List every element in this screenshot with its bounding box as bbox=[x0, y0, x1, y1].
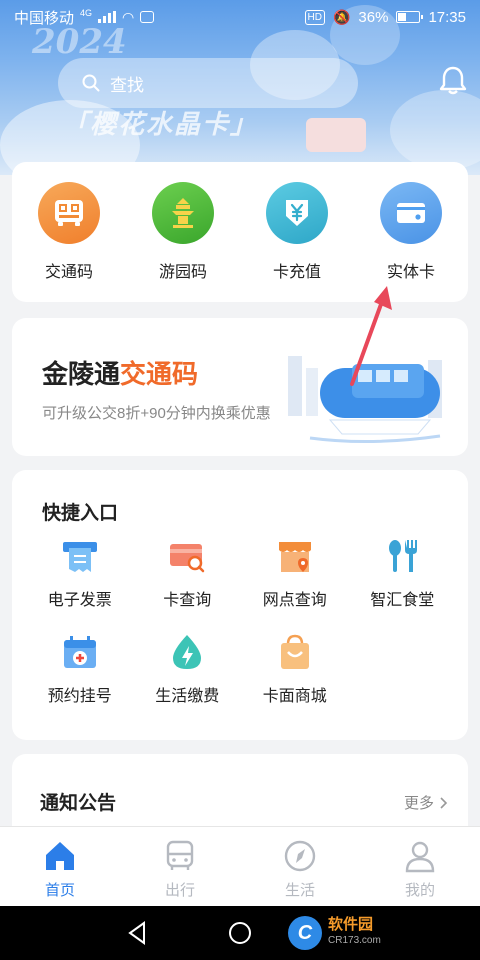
compass-icon bbox=[284, 840, 316, 872]
action-label: 实体卡 bbox=[386, 264, 435, 281]
bus-ship-illustration bbox=[288, 356, 442, 444]
chevron-right-icon bbox=[440, 796, 448, 809]
pavilion-icon bbox=[172, 198, 194, 228]
tab-label: 生活 bbox=[284, 882, 315, 899]
clock: 17:35 bbox=[428, 8, 466, 26]
spoon-fork-icon bbox=[389, 540, 418, 572]
promo-title: 金陵通交通码 bbox=[42, 354, 198, 391]
carrier-label: 中国移动 bbox=[14, 9, 75, 27]
back-nav-icon[interactable] bbox=[124, 920, 150, 946]
hospital-calendar-icon bbox=[63, 636, 96, 668]
status-bar: 中国移动 4G ◠ HD 🔕 36% 17:35 bbox=[0, 0, 480, 34]
store-location-icon bbox=[278, 542, 311, 572]
park-code-circle bbox=[152, 182, 214, 244]
quick-item-label: 电子发票 bbox=[47, 592, 112, 609]
notice-title: 通知公告 bbox=[40, 793, 117, 814]
bus-icon bbox=[166, 840, 194, 870]
promo-card[interactable]: 金陵通交通码 可升级公交8折+90分钟内换乘优惠 bbox=[12, 318, 468, 456]
shopping-bag-icon bbox=[280, 634, 309, 669]
action-physical-card[interactable]: 实体卡 bbox=[361, 182, 461, 282]
message-icon bbox=[140, 11, 155, 23]
promo-title-main: 金陵通 bbox=[42, 359, 121, 389]
more-label: 更多 bbox=[403, 795, 434, 812]
person-icon bbox=[405, 841, 435, 873]
tab-life[interactable]: 生活 bbox=[240, 827, 360, 906]
quick-item-label: 生活缴费 bbox=[155, 688, 220, 705]
action-park-code[interactable]: 游园码 bbox=[133, 182, 233, 282]
card-icon bbox=[397, 203, 425, 223]
quick-item-label: 网点查询 bbox=[262, 592, 327, 609]
battery-label: 36% bbox=[358, 8, 389, 26]
banner-card-image bbox=[306, 118, 366, 152]
search-placeholder: 查找 bbox=[110, 75, 144, 95]
quick-item-invoice[interactable]: 电子发票 bbox=[26, 536, 134, 610]
quick-item-label: 智汇食堂 bbox=[370, 592, 435, 609]
quick-entry-card: 快捷入口 电子发票 卡查询 网点查询 智汇食堂 预约挂号 生活缴费 卡面商城 bbox=[12, 470, 468, 740]
bottom-tab-bar: 首页 出行 生活 我的 bbox=[0, 826, 480, 906]
tab-mine[interactable]: 我的 bbox=[360, 827, 480, 906]
action-card-recharge[interactable]: 卡充值 bbox=[247, 182, 347, 282]
quick-item-appointment[interactable]: 预约挂号 bbox=[26, 632, 134, 706]
quick-item-canteen[interactable]: 智汇食堂 bbox=[349, 536, 457, 610]
quick-item-utility-payment[interactable]: 生活缴费 bbox=[134, 632, 242, 706]
watermark-sub: CR173.com bbox=[328, 935, 381, 946]
mute-bell-icon: 🔕 bbox=[332, 8, 351, 25]
watermark-text: 软件园 bbox=[328, 916, 374, 933]
battery-fill bbox=[398, 13, 407, 21]
tab-label: 出行 bbox=[164, 882, 195, 899]
signal-icon bbox=[98, 11, 117, 23]
promo-title-highlight: 交通码 bbox=[120, 359, 199, 389]
action-label: 游园码 bbox=[158, 264, 207, 281]
watermark: C 软件园 CR173.com bbox=[288, 912, 464, 954]
invoice-icon bbox=[62, 542, 97, 572]
yen-recharge-icon bbox=[286, 200, 308, 226]
water-drop-bolt-icon bbox=[173, 635, 202, 669]
hd-icon: HD bbox=[304, 9, 325, 25]
home-nav-icon[interactable] bbox=[227, 920, 253, 946]
banner-cloud-deco bbox=[390, 90, 480, 170]
physical-card-circle bbox=[380, 182, 442, 244]
watermark-logo: C bbox=[288, 916, 322, 950]
action-traffic-code[interactable]: 交通码 bbox=[19, 182, 119, 282]
quick-item-label: 卡面商城 bbox=[262, 688, 327, 705]
tab-home[interactable]: 首页 bbox=[0, 827, 120, 906]
tab-label: 首页 bbox=[44, 882, 75, 899]
more-link[interactable]: 更多 bbox=[404, 792, 448, 813]
top-actions-card: 交通码 游园码 卡充值 实体卡 bbox=[12, 162, 468, 302]
traffic-code-circle bbox=[38, 182, 100, 244]
quick-entry-title: 快捷入口 bbox=[42, 503, 119, 524]
action-label: 交通码 bbox=[44, 264, 93, 281]
wifi-icon: ◠ bbox=[122, 8, 135, 25]
quick-item-label: 卡查询 bbox=[163, 592, 212, 609]
tab-travel[interactable]: 出行 bbox=[120, 827, 240, 906]
bell-icon[interactable] bbox=[438, 64, 468, 96]
quick-item-label: 预约挂号 bbox=[47, 688, 112, 705]
battery-icon bbox=[396, 11, 424, 23]
promo-subtitle: 可升级公交8折+90分钟内换乘优惠 bbox=[42, 405, 271, 422]
banner-slogan: 「樱花水晶卡」 bbox=[62, 110, 259, 140]
network-label: 4G bbox=[80, 8, 93, 18]
quick-item-outlet-query[interactable]: 网点查询 bbox=[241, 536, 349, 610]
card-search-icon bbox=[170, 544, 205, 573]
action-label: 卡充值 bbox=[272, 264, 321, 281]
search-icon bbox=[82, 74, 100, 92]
qr-bus-icon bbox=[55, 200, 83, 226]
recharge-circle bbox=[266, 182, 328, 244]
search-bar[interactable]: 查找 bbox=[58, 58, 358, 108]
quick-item-card-mall[interactable]: 卡面商城 bbox=[241, 632, 349, 706]
home-icon bbox=[46, 842, 74, 870]
quick-item-card-query[interactable]: 卡查询 bbox=[134, 536, 242, 610]
tab-label: 我的 bbox=[404, 882, 435, 899]
